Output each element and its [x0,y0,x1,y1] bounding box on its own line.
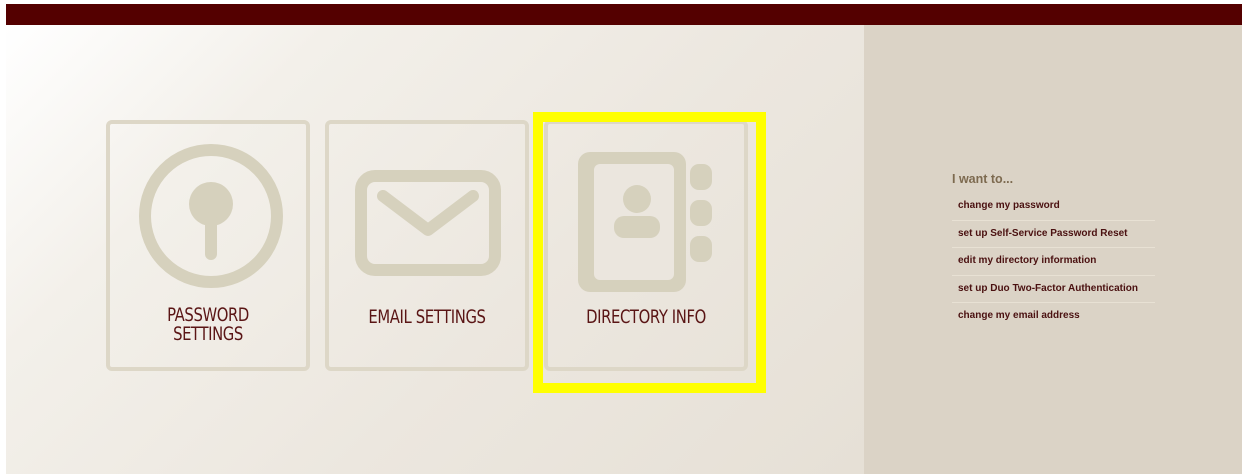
directory-info-tile[interactable]: DIRECTORY INFO [544,120,748,371]
link-change-password[interactable]: change my password [952,193,1155,219]
keyhole-icon [110,124,306,294]
link-edit-directory-information[interactable]: edit my directory information [952,248,1155,274]
quick-links: change my password set up Self-Service P… [952,193,1155,331]
list-item: set up Self-Service Password Reset [952,221,1155,248]
list-item: edit my directory information [952,248,1155,276]
envelope-icon [329,124,525,294]
list-item: change my email address [952,303,1155,331]
link-self-service-password-reset[interactable]: set up Self-Service Password Reset [952,221,1155,247]
email-settings-tile[interactable]: EMAIL SETTINGS [325,120,529,371]
password-settings-label: PASSWORD SETTINGS [167,304,249,345]
directory-info-label: DIRECTORY INFO [586,306,706,328]
password-settings-tile[interactable]: PASSWORD SETTINGS [106,120,310,371]
sidebar-heading: I want to... [952,172,1014,186]
email-settings-label: EMAIL SETTINGS [368,306,486,328]
list-item: set up Duo Two-Factor Authentication [952,276,1155,303]
list-item: change my password [952,193,1155,221]
link-duo-two-factor[interactable]: set up Duo Two-Factor Authentication [952,276,1155,302]
address-book-icon [548,124,744,294]
link-change-email-address[interactable]: change my email address [952,303,1155,329]
